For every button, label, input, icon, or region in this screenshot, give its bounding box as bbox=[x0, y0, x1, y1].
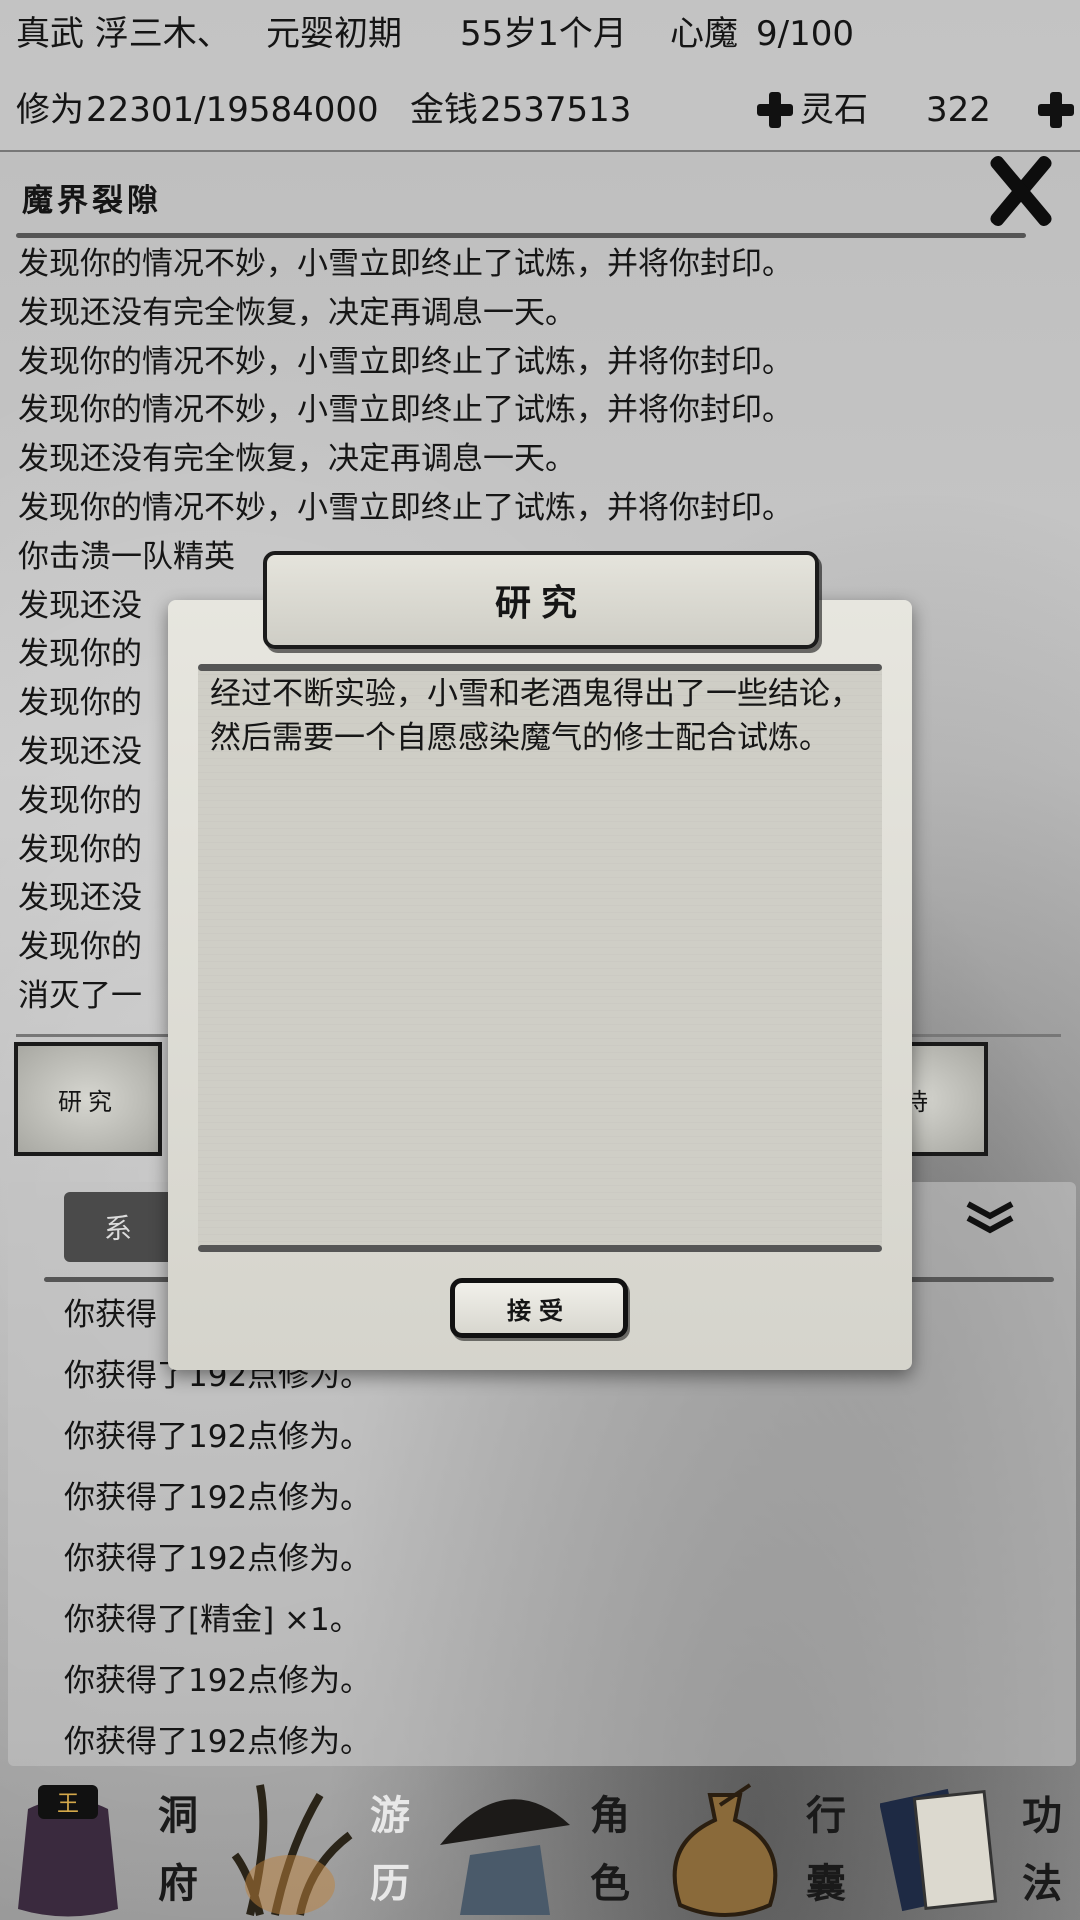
add-money-icon[interactable] bbox=[755, 90, 795, 130]
cultivation-value: 22301/19584000 bbox=[86, 90, 379, 130]
message-line: 你获得了192点修为。 bbox=[64, 1419, 372, 1455]
nav-label: 府 bbox=[158, 1860, 198, 1907]
divider bbox=[198, 664, 882, 671]
nav-inventory-button[interactable]: 行 囊 bbox=[650, 1775, 880, 1920]
scroll-book-icon bbox=[880, 1788, 998, 1912]
pouch-icon bbox=[672, 1783, 778, 1917]
nav-label: 功 bbox=[1022, 1792, 1062, 1839]
log-line: 发现你的情况不妙，小雪立即终止了试炼，并将你封印。 bbox=[18, 343, 793, 380]
message-line: 你获得了192点修为。 bbox=[64, 1541, 372, 1577]
nav-cave-button[interactable]: 王 洞 府 bbox=[0, 1775, 230, 1920]
nav-skills-button[interactable]: 功 法 bbox=[880, 1775, 1080, 1920]
divider bbox=[198, 1245, 882, 1252]
nav-label: 囊 bbox=[806, 1860, 846, 1907]
event-title: 魔界裂隙 bbox=[22, 183, 162, 219]
grass-icon bbox=[231, 1784, 353, 1916]
heart-demon-label: 心魔 bbox=[670, 14, 738, 54]
dialog-body-text: 经过不断实验，小雪和老酒鬼得出了一些结论，然后需要一个自愿感染魔气的修士配合试炼… bbox=[210, 676, 861, 756]
svg-text:王: 王 bbox=[57, 1792, 79, 1817]
divider bbox=[16, 233, 1026, 238]
nav-label: 法 bbox=[1022, 1860, 1062, 1907]
money-value: 2537513 bbox=[480, 90, 632, 130]
nav-character-button[interactable]: 角 色 bbox=[430, 1775, 650, 1920]
message-line: 你获得了192点修为。 bbox=[64, 1663, 372, 1699]
add-spirit-stone-icon[interactable] bbox=[1036, 90, 1076, 130]
nav-label: 行 bbox=[806, 1792, 846, 1839]
close-icon[interactable] bbox=[978, 150, 1058, 230]
nav-label: 洞 bbox=[158, 1792, 198, 1839]
dialog-title: 研究 bbox=[494, 582, 587, 624]
spirit-stone-label: 灵石 bbox=[800, 90, 868, 130]
straw-hat-icon bbox=[440, 1799, 570, 1915]
character-age: 55岁1个月 bbox=[460, 14, 627, 54]
research-option-button[interactable]: 研究 bbox=[14, 1042, 162, 1156]
money-label: 金钱 bbox=[410, 90, 478, 130]
heart-demon-value: 9/100 bbox=[756, 14, 854, 54]
nav-label: 历 bbox=[370, 1860, 410, 1907]
log-line: 发现你的情况不妙，小雪立即终止了试炼，并将你封印。 bbox=[18, 392, 793, 429]
character-name: 真武 浮三木、 bbox=[16, 14, 231, 54]
bottom-nav: 王 洞 府 游 历 角 色 行 囊 功 法 bbox=[0, 1775, 1080, 1920]
cave-bag-icon: 王 bbox=[18, 1785, 118, 1917]
nav-label: 角 bbox=[590, 1792, 630, 1839]
log-line: 发现你的情况不妙，小雪立即终止了试炼，并将你封印。 bbox=[18, 489, 793, 526]
message-line: 你获得了192点修为。 bbox=[64, 1724, 372, 1760]
log-line: 发现还没有完全恢复，决定再调息一天。 bbox=[18, 294, 576, 331]
log-line: 发现还没有完全恢复，决定再调息一天。 bbox=[18, 441, 576, 478]
nav-label: 游 bbox=[370, 1792, 410, 1839]
message-line: 你获得了[精金] ×1。 bbox=[64, 1602, 361, 1638]
cultivation-label: 修为 bbox=[16, 90, 84, 130]
nav-travel-button[interactable]: 游 历 bbox=[230, 1775, 430, 1920]
message-line: 你获得了192点修为。 bbox=[64, 1480, 372, 1516]
spirit-stone-value: 322 bbox=[926, 90, 991, 130]
accept-button[interactable]: 接受 bbox=[450, 1278, 628, 1338]
cultivation-realm: 元婴初期 bbox=[266, 14, 402, 54]
nav-label: 色 bbox=[590, 1860, 630, 1907]
collapse-chevron-icon[interactable] bbox=[960, 1198, 1020, 1238]
status-bar: 真武 浮三木、 元婴初期 55岁1个月 心魔 9/100 修为 22301/19… bbox=[0, 0, 1080, 152]
log-line: 发现你的情况不妙，小雪立即终止了试炼，并将你封印。 bbox=[18, 246, 793, 282]
